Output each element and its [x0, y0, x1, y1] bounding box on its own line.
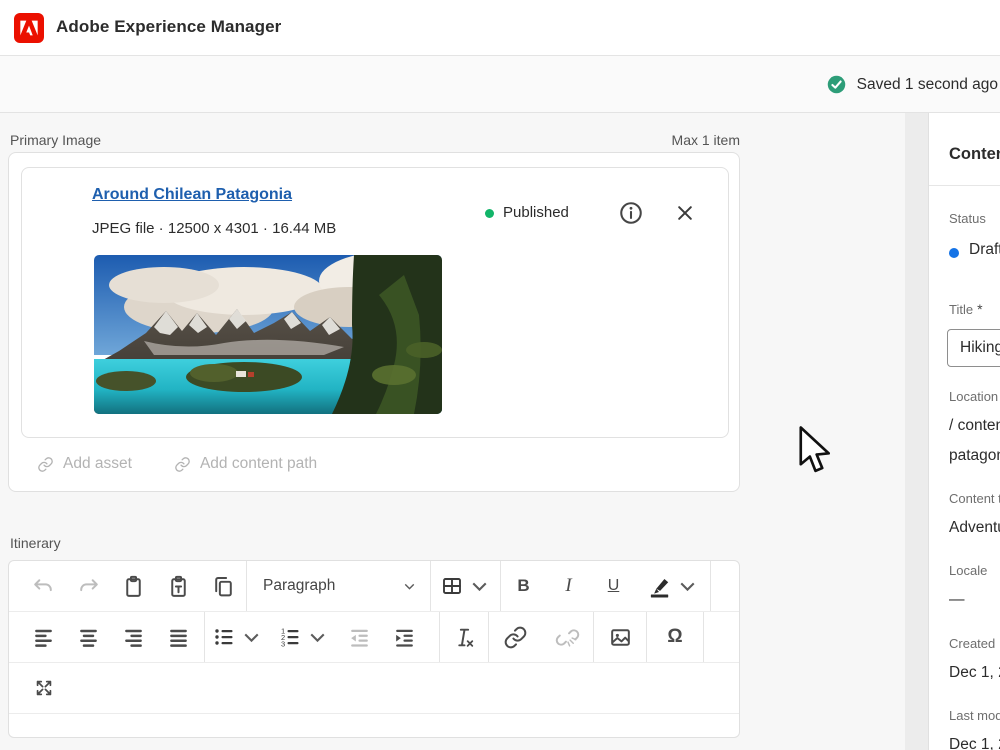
- rte-toolbar-row-1: Paragraph B I U: [9, 561, 739, 612]
- numbered-list-icon: 123: [281, 627, 299, 649]
- bold-button[interactable]: B: [501, 561, 546, 611]
- panel-header: Content: [949, 145, 1000, 163]
- content-properties-panel: Content Status Draft Title* Location / c…: [928, 113, 1000, 750]
- locale-field-label: Locale: [949, 563, 988, 578]
- indent-icon[interactable]: [382, 612, 427, 662]
- location-value-line1: / content: [949, 417, 1000, 434]
- chevron-down-icon: [680, 582, 695, 591]
- primary-image-label: Primary Image: [10, 132, 102, 148]
- asset-card: Around Chilean Patagonia JPEG file · 125…: [21, 167, 729, 438]
- paste-as-text-icon[interactable]: [156, 561, 201, 611]
- paragraph-style-value: Paragraph: [263, 577, 336, 594]
- outdent-icon[interactable]: [337, 612, 382, 662]
- chevron-down-icon: [404, 583, 415, 590]
- align-justify-icon[interactable]: [156, 612, 201, 662]
- align-right-icon[interactable]: [111, 612, 156, 662]
- content-type-label: Content type: [949, 491, 1000, 506]
- close-icon[interactable]: [675, 203, 695, 223]
- title-field-label: Title *: [949, 301, 983, 317]
- asset-meta-text: JPEG file · 12500 x 4301 · 16.44 MB: [92, 220, 337, 237]
- draft-status-dot: [949, 248, 959, 258]
- saved-status-text: Saved 1 second ago: [856, 75, 998, 93]
- last-modified-value: Dec 1, 2023: [949, 736, 1000, 750]
- location-field-label: Location: [949, 389, 999, 404]
- published-status-label: Published: [503, 204, 569, 221]
- copy-icon[interactable]: [201, 561, 246, 611]
- chevron-down-icon: [310, 633, 325, 642]
- insert-table-dropdown[interactable]: [431, 561, 500, 611]
- clear-formatting-icon[interactable]: [440, 612, 488, 662]
- add-asset-label: Add asset: [63, 455, 132, 472]
- italic-button[interactable]: I: [546, 561, 591, 611]
- created-field-value: Dec 1, 2023: [949, 664, 1000, 681]
- location-value-line2: patagonia: [949, 447, 1000, 464]
- chain-link-icon: [175, 456, 190, 472]
- svg-text:3: 3: [281, 640, 285, 649]
- paragraph-style-dropdown[interactable]: Paragraph: [247, 561, 430, 611]
- underline-button[interactable]: U: [591, 561, 636, 611]
- highlight-pen-icon: [650, 578, 669, 598]
- created-field-label: Created: [949, 636, 996, 651]
- bullet-list-icon: [215, 629, 233, 645]
- insert-link-icon[interactable]: [489, 612, 541, 662]
- undo-icon[interactable]: [21, 561, 66, 611]
- align-center-icon[interactable]: [66, 612, 111, 662]
- add-asset-button[interactable]: Add asset: [37, 455, 132, 473]
- locale-field-value: —: [949, 591, 965, 608]
- last-modified-label: Last modified: [949, 708, 1000, 723]
- required-asterisk: *: [977, 301, 983, 317]
- published-status-dot: [485, 209, 494, 218]
- rte-toolbar-row-3: [9, 663, 739, 714]
- app-title: Adobe Experience Manager: [56, 17, 282, 36]
- align-left-icon[interactable]: [21, 612, 66, 662]
- chevron-down-icon: [244, 633, 259, 642]
- fullscreen-icon[interactable]: [21, 663, 66, 713]
- chevron-down-icon: [472, 582, 486, 591]
- info-icon[interactable]: [618, 200, 644, 226]
- table-icon: [442, 578, 461, 594]
- chain-link-icon: [38, 456, 53, 472]
- max-items-label: Max 1 item: [671, 132, 740, 148]
- numbered-list-dropdown[interactable]: 123: [271, 612, 337, 662]
- unlink-icon[interactable]: [541, 612, 593, 662]
- app-header: Adobe Experience Manager: [0, 0, 1000, 56]
- status-field-value: Draft: [969, 241, 1000, 258]
- primary-image-card: Around Chilean Patagonia JPEG file · 125…: [8, 152, 740, 492]
- insert-image-icon[interactable]: [594, 612, 646, 662]
- add-content-path-label: Add content path: [199, 455, 318, 472]
- paste-icon[interactable]: [111, 561, 156, 611]
- panel-gap: [905, 113, 928, 750]
- itinerary-label: Itinerary: [10, 535, 61, 551]
- rte-toolbar-row-2: 123 Ω: [9, 612, 739, 663]
- special-character-button[interactable]: Ω: [647, 612, 703, 662]
- redo-icon[interactable]: [66, 561, 111, 611]
- bullet-list-dropdown[interactable]: [205, 612, 271, 662]
- status-field-label: Status: [949, 211, 986, 226]
- highlight-color-dropdown[interactable]: [636, 561, 710, 611]
- check-circle-icon: [827, 75, 845, 94]
- asset-thumbnail-image[interactable]: [94, 255, 442, 414]
- title-input[interactable]: [947, 329, 1000, 367]
- adobe-logo-icon[interactable]: [14, 13, 44, 43]
- itinerary-richtext-editor: Paragraph B I U 1 2 3 Ω: [8, 560, 740, 738]
- save-status-bar: Saved 1 second ago: [0, 56, 1000, 113]
- rte-editor-area[interactable]: [9, 714, 739, 737]
- add-content-path-button[interactable]: Add content path: [174, 455, 317, 473]
- asset-title-link[interactable]: Around Chilean Patagonia: [92, 186, 292, 204]
- content-type-value: Adventure: [949, 519, 1000, 536]
